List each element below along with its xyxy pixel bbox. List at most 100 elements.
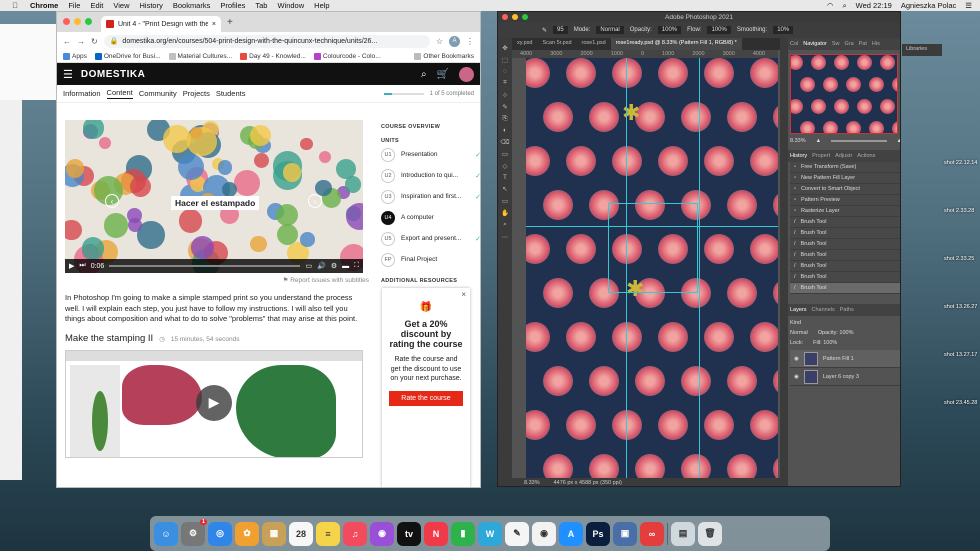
document-canvas[interactable]: ✱ ✱ xyxy=(526,58,778,478)
bookmark-onedrive[interactable]: OneDrive for Busi... xyxy=(94,52,161,60)
ps-tool-icon[interactable]: ◌ xyxy=(503,68,507,75)
tab-channels[interactable]: Channels xyxy=(812,307,835,313)
brush-size[interactable]: 95 xyxy=(553,26,568,34)
menu-help[interactable]: Help xyxy=(314,1,329,10)
tab-history[interactable]: History xyxy=(790,153,807,159)
notes-icon[interactable]: ≡ xyxy=(316,521,340,546)
menu-tab[interactable]: Tab xyxy=(255,1,267,10)
photoshop-icon[interactable]: Ps xyxy=(586,521,610,546)
settings-icon[interactable]: ⚙ xyxy=(331,262,337,270)
unit-item-u2[interactable]: U2 Introduction to qui... ✓ xyxy=(381,165,480,186)
visibility-eye-icon[interactable]: ◉ xyxy=(794,374,799,380)
tab-projects[interactable]: Projects xyxy=(183,89,210,98)
layer-filter[interactable]: Kind xyxy=(790,320,801,326)
layer-opacity[interactable]: Opacity: 100% xyxy=(818,330,854,336)
ps-tool-icon[interactable]: ⌕ xyxy=(503,221,507,229)
tab-color[interactable]: Col xyxy=(790,41,798,47)
navigator-preview[interactable] xyxy=(790,54,898,134)
photos-icon[interactable]: ✿ xyxy=(235,521,259,546)
chrome-icon[interactable]: ◉ xyxy=(532,521,556,546)
ps-tool-icon[interactable]: ◐ xyxy=(503,127,507,134)
ps-tool-icon[interactable]: ⋯ xyxy=(502,233,509,241)
doc-tab-2[interactable]: Scan 5r.psd xyxy=(538,38,577,50)
bookmark-apps[interactable]: Apps xyxy=(63,52,87,60)
zoom-status[interactable]: 8.33% xyxy=(524,480,540,486)
unit-item-fp[interactable]: FP Final Project xyxy=(381,249,480,270)
reload-icon[interactable]: ↻ xyxy=(91,37,98,46)
zoom-button[interactable] xyxy=(522,14,528,20)
notes-folder-icon[interactable]: ▦ xyxy=(262,521,286,546)
guide-line[interactable] xyxy=(699,58,700,478)
menu-edit[interactable]: Edit xyxy=(90,1,103,10)
tab-layers[interactable]: Layers xyxy=(790,307,807,313)
browser-tab[interactable]: Unit 4 - "Print Design with the × xyxy=(101,16,221,32)
theater-icon[interactable]: ▬ xyxy=(342,263,349,270)
zoom-slider[interactable] xyxy=(831,140,887,142)
tab-students[interactable]: Students xyxy=(216,89,246,98)
hamburger-icon[interactable]: ☰ xyxy=(63,68,73,81)
tab-adjustments[interactable]: Adjustr xyxy=(835,153,852,159)
opacity-field[interactable]: 100% xyxy=(657,26,682,34)
visibility-eye-icon[interactable]: ◉ xyxy=(794,356,799,362)
ps-tool-icon[interactable]: ▭ xyxy=(502,150,508,158)
tab-patterns[interactable]: Pat xyxy=(859,41,867,47)
desktop-file[interactable]: shot 2.33.28 xyxy=(944,208,974,215)
blend-mode[interactable]: Normal xyxy=(790,330,808,336)
history-item[interactable]: / Brush Tool xyxy=(790,250,900,261)
ps-tool-icon[interactable]: ⬚ xyxy=(502,56,508,64)
next-lesson-thumbnail[interactable]: ▶ xyxy=(65,349,363,458)
creative-cloud-icon[interactable]: ∞ xyxy=(640,521,664,546)
desktop-file[interactable]: shot 13.27.17 xyxy=(944,352,977,359)
tab-actions[interactable]: Actions xyxy=(857,153,875,159)
play-icon[interactable]: ▶ xyxy=(69,262,74,270)
menu-view[interactable]: View xyxy=(113,1,129,10)
profile-avatar[interactable]: A xyxy=(449,35,460,47)
history-item[interactable]: ▫ Convert to Smart Object xyxy=(790,184,900,195)
fullscreen-icon[interactable]: ⛶ xyxy=(354,262,359,270)
report-subtitles-link[interactable]: ⚑ Report issues with subtitles xyxy=(57,276,369,284)
preview-icon[interactable]: ▣ xyxy=(613,521,637,546)
back-icon[interactable]: ← xyxy=(63,37,71,46)
doc-tab-3[interactable]: rose1.psd xyxy=(577,38,611,50)
cart-icon[interactable]: 🛒 xyxy=(437,69,449,80)
menu-history[interactable]: History xyxy=(140,1,163,10)
close-tab-icon[interactable]: × xyxy=(212,21,216,28)
tab-paths[interactable]: Paths xyxy=(840,307,854,313)
app-store-icon[interactable]: A xyxy=(559,521,583,546)
layer-row[interactable]: ◉ Layer 6 copy 3 xyxy=(790,368,900,386)
menu-window[interactable]: Window xyxy=(277,1,304,10)
downloads-icon[interactable]: ▤ xyxy=(671,521,695,546)
layer-fill[interactable]: Fill: 100% xyxy=(813,340,837,346)
history-item[interactable]: / Brush Tool xyxy=(790,261,900,272)
ps-tool-icon[interactable]: ↖ xyxy=(502,185,507,193)
minimize-button[interactable] xyxy=(74,18,81,25)
tab-content[interactable]: Content xyxy=(106,88,133,99)
play-icon[interactable]: ▶ xyxy=(196,384,232,421)
more-icon[interactable]: ⋮ xyxy=(466,37,474,46)
menu-app-name[interactable]: Chrome xyxy=(30,1,58,10)
mode-select[interactable]: Normal xyxy=(596,26,624,34)
apple-icon[interactable]:  xyxy=(10,1,20,10)
doc-tab-1[interactable]: xy.psd xyxy=(512,38,538,50)
ps-tool-icon[interactable]: ✥ xyxy=(502,44,507,52)
address-bar[interactable]: 🔒 domestika.org/en/courses/504-print-des… xyxy=(103,34,430,48)
ps-tool-icon[interactable]: ⌗ xyxy=(503,79,507,87)
ps-tool-icon[interactable]: ⌫ xyxy=(500,138,509,146)
forward-icon[interactable]: → xyxy=(77,37,85,46)
bookmark-day49[interactable]: Day 49 - Knowled... xyxy=(240,52,306,60)
search-icon[interactable]: ⌕ xyxy=(842,1,846,11)
tab-information[interactable]: Information xyxy=(63,89,101,98)
new-tab-button[interactable]: + xyxy=(227,17,233,28)
nav-zoom-value[interactable]: 8.33% xyxy=(790,138,806,144)
news-icon[interactable]: N xyxy=(424,521,448,546)
rate-course-button[interactable]: Rate the course xyxy=(389,390,463,406)
history-item[interactable]: ▫ Free Transform (Save) xyxy=(790,162,900,173)
safari-icon[interactable]: ◎ xyxy=(208,521,232,546)
history-item[interactable]: ▫ Pattern Preview xyxy=(790,195,900,206)
ps-tool-icon[interactable]: ✋ xyxy=(501,209,509,217)
menu-user[interactable]: Agnieszka Polac xyxy=(901,1,956,10)
layer-row[interactable]: ◉ Pattern Fill 1 xyxy=(790,350,900,368)
menu-clock[interactable]: Wed 22:19 xyxy=(856,1,892,10)
ps-tool-icon[interactable]: ⊹ xyxy=(502,91,507,99)
history-item[interactable]: ▫ Rasterize Layer xyxy=(790,206,900,217)
